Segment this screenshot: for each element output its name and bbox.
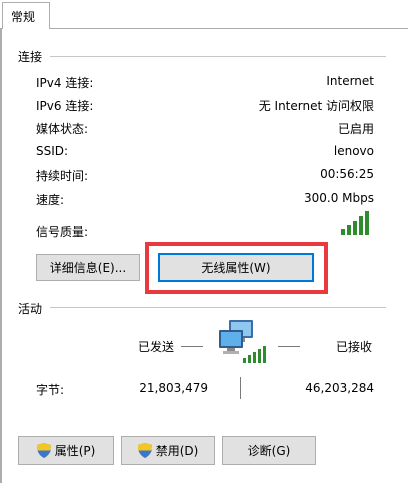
tab-general[interactable]: 常规 <box>2 2 50 29</box>
network-computers-icon <box>219 320 266 363</box>
wireless-properties-button[interactable]: 无线属性(W) <box>158 253 314 282</box>
details-button[interactable]: 详细信息(E)... <box>36 254 140 281</box>
bytes-received-value: 46,203,284 <box>305 381 374 395</box>
activity-group-rule <box>50 307 386 308</box>
uac-shield-icon <box>36 443 51 458</box>
bytes-sent-value: 21,803,479 <box>139 381 208 395</box>
ipv4-value: Internet <box>326 74 374 88</box>
ipv6-value: 无 Internet 访问权限 <box>258 99 374 113</box>
panel-left-border <box>0 28 2 483</box>
details-button-label: 详细信息(E)... <box>49 261 127 275</box>
bytes-separator <box>240 377 241 399</box>
ipv4-label: IPv4 连接: <box>36 76 94 90</box>
connection-group-title: 连接 <box>18 50 43 64</box>
disable-button[interactable]: 禁用(D) <box>121 436 215 465</box>
sent-dash <box>181 346 203 347</box>
uac-shield-icon <box>137 443 152 458</box>
diagnose-button-label: 诊断(G) <box>247 444 291 458</box>
wireless-properties-button-label: 无线属性(W) <box>201 261 271 275</box>
disable-button-label: 禁用(D) <box>155 444 199 458</box>
received-dash <box>278 346 300 347</box>
signal-quality-label: 信号质量: <box>36 225 89 239</box>
properties-button[interactable]: 属性(P) <box>18 436 114 465</box>
ipv6-label: IPv6 连接: <box>36 99 94 113</box>
wifi-status-dialog: 常规 连接 IPv4 连接: Internet IPv6 连接: 无 Inter… <box>0 0 408 483</box>
signal-strength-icon <box>341 211 369 235</box>
tab-divider <box>0 28 408 29</box>
ssid-value: lenovo <box>333 144 374 158</box>
media-state-value: 已启用 <box>337 122 374 136</box>
sent-label: 已发送 <box>138 340 175 354</box>
media-state-label: 媒体状态: <box>36 122 89 136</box>
connection-group-rule <box>50 56 386 57</box>
speed-value: 300.0 Mbps <box>303 191 374 205</box>
activity-group-title: 活动 <box>18 302 43 316</box>
tab-general-label: 常规 <box>11 10 36 24</box>
received-label: 已接收 <box>336 340 373 354</box>
duration-label: 持续时间: <box>36 169 89 183</box>
bytes-label: 字节: <box>36 383 65 397</box>
ssid-label: SSID: <box>36 144 69 158</box>
properties-button-label: 属性(P) <box>54 444 96 458</box>
speed-label: 速度: <box>36 193 65 207</box>
diagnose-button[interactable]: 诊断(G) <box>222 436 316 465</box>
duration-value: 00:56:25 <box>320 167 374 181</box>
